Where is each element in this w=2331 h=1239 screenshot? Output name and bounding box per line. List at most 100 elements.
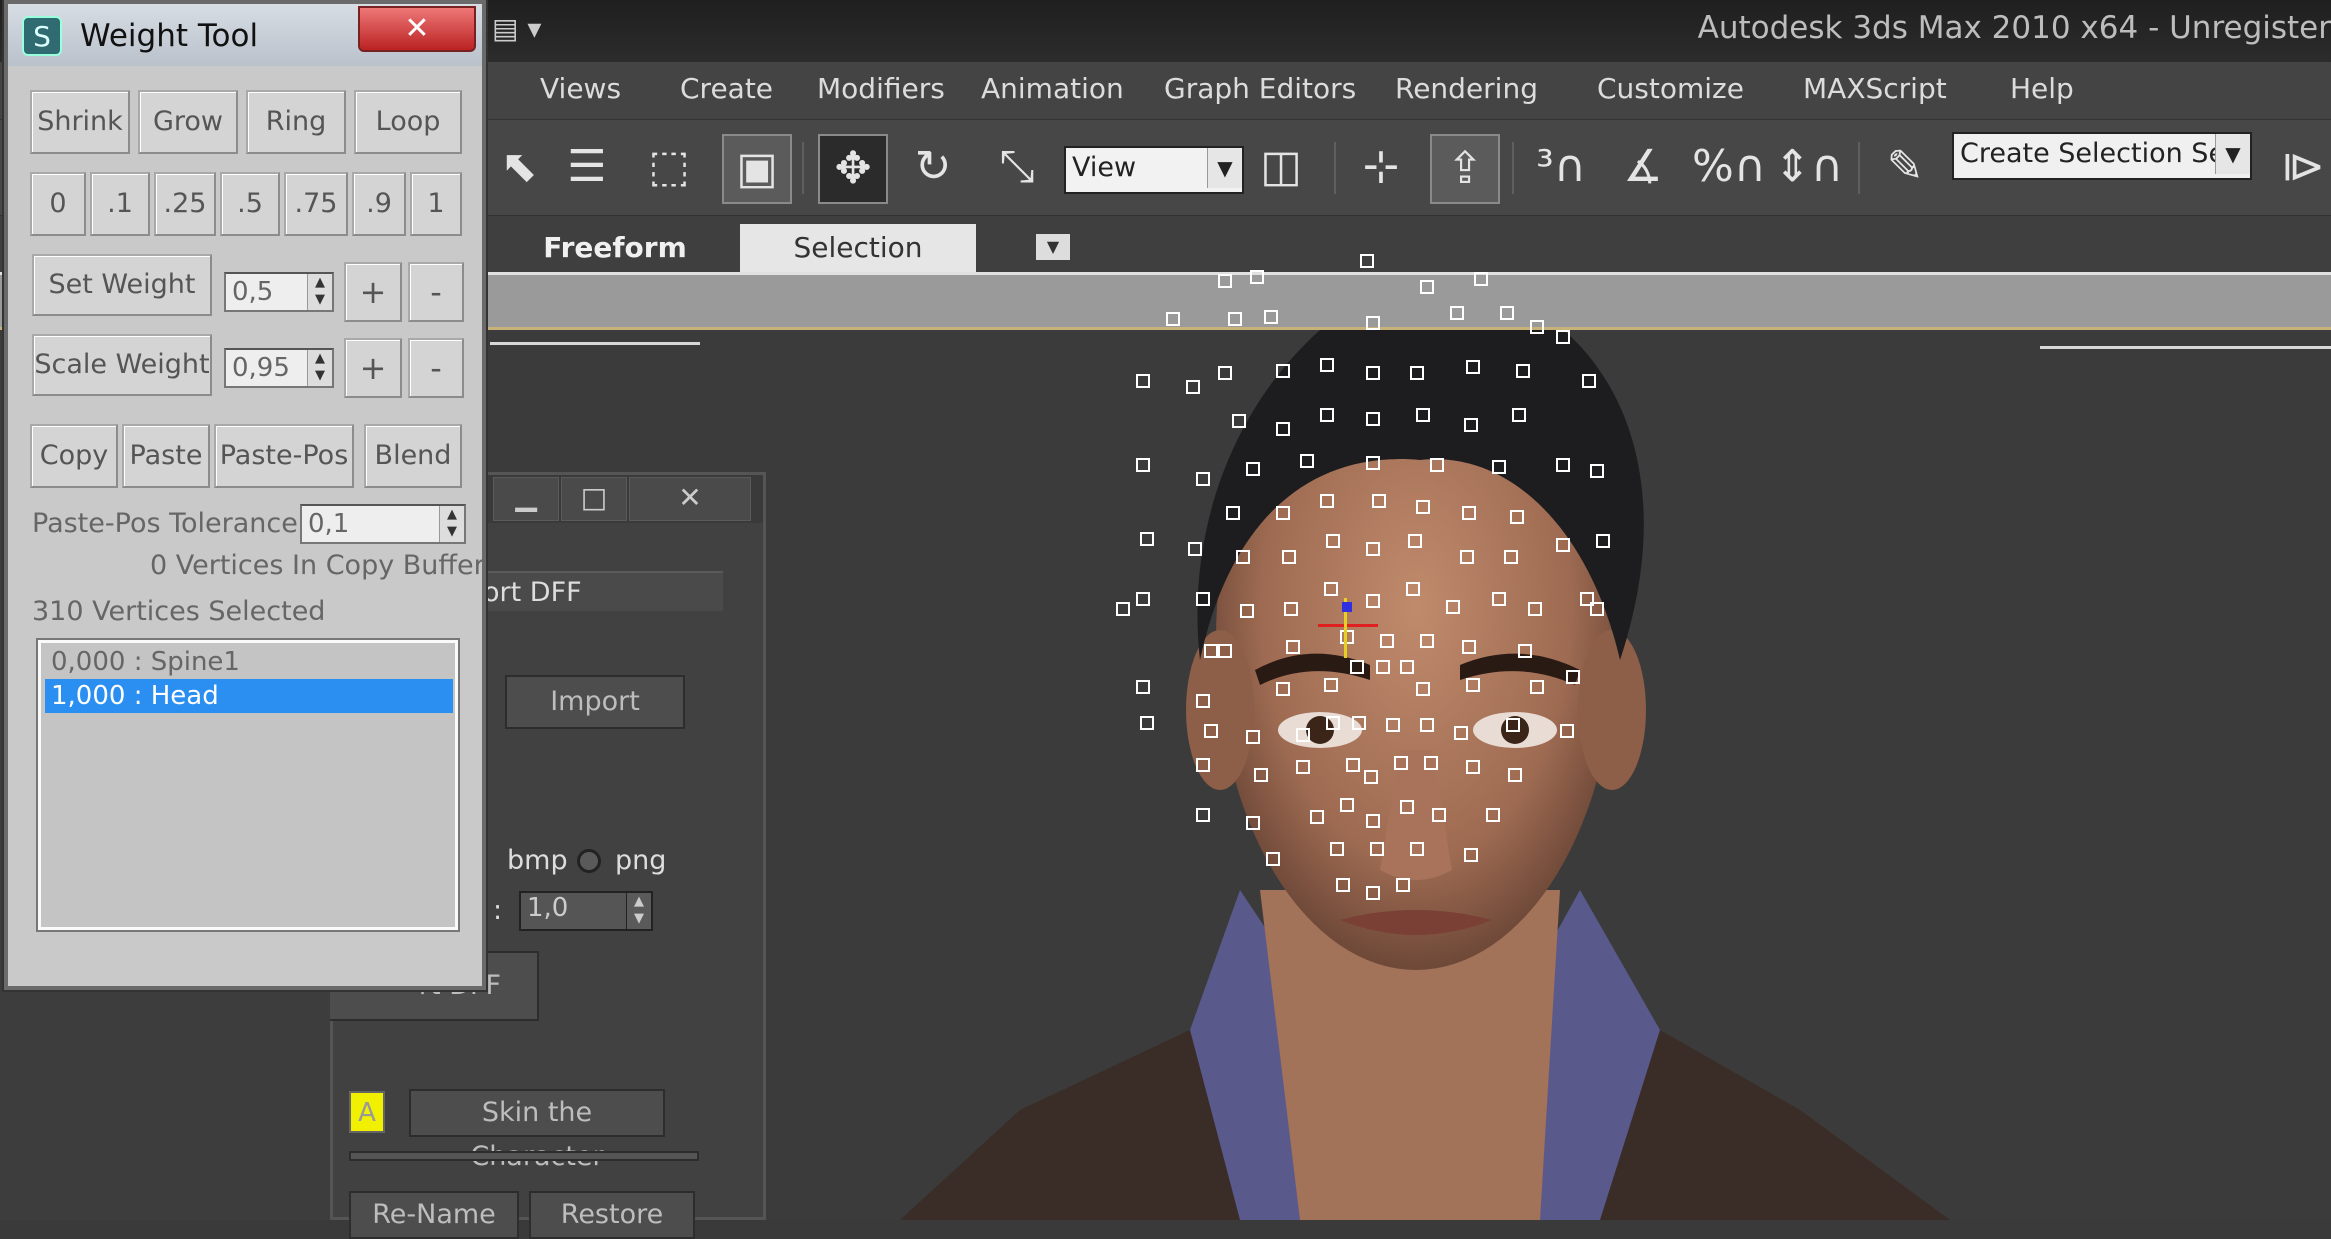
vertex-handle <box>1556 458 1570 472</box>
select-object-icon[interactable]: ⬉ <box>486 134 552 200</box>
preset-0-9-button[interactable]: .9 <box>352 172 406 236</box>
vertex-handle <box>1254 768 1268 782</box>
export-rollout-label: ort DFF <box>483 577 582 608</box>
snaps-toggle-icon[interactable]: ³∩ <box>1528 134 1594 200</box>
spinner-arrows-icon[interactable]: ▲ ▼ <box>307 274 332 310</box>
tab-freeform[interactable]: Freeform <box>500 224 730 272</box>
bone-list-item-spine1[interactable]: 0,000 : Spine1 <box>45 645 453 679</box>
ribbon-options-dropdown-icon[interactable]: ▼ <box>1036 234 1070 260</box>
set-weight-value: 0,5 <box>232 277 274 307</box>
maximize-button[interactable]: □ <box>561 477 627 521</box>
weight-tool-body: Shrink Grow Ring Loop 0 .1 .25 .5 .75 .9… <box>18 68 485 986</box>
transform-gizmo-icon[interactable] <box>1318 598 1378 658</box>
vertex-handle <box>1296 760 1310 774</box>
quick-access-dropdown-icon[interactable]: ▤ ▾ <box>492 12 562 52</box>
vertex-handle <box>1432 808 1446 822</box>
named-selection-set-dropdown[interactable]: Create Selection Se ▼ <box>1952 132 2252 180</box>
minimize-button[interactable]: ▁ <box>493 477 559 521</box>
menu-help[interactable]: Help <box>2010 72 2074 105</box>
scale-weight-spinner[interactable]: 0,95 ▲ ▼ <box>224 348 334 388</box>
blend-button[interactable]: Blend <box>364 424 462 488</box>
keyboard-shortcut-override-icon[interactable]: ⇪ <box>1430 134 1500 204</box>
select-and-rotate-icon[interactable]: ↻ <box>900 134 966 200</box>
scale-spinner[interactable]: 1,0 ▲ ▼ <box>519 891 653 931</box>
preset-0-5-button[interactable]: .5 <box>220 172 280 236</box>
rectangular-selection-icon[interactable]: ⬚ <box>636 134 702 200</box>
paste-button[interactable]: Paste <box>122 424 210 488</box>
vertex-handle <box>1370 842 1384 856</box>
close-button[interactable]: ✕ <box>629 477 751 521</box>
set-weight-button[interactable]: Set Weight <box>32 254 212 316</box>
vertex-handle <box>1510 510 1524 524</box>
vertex-handle <box>1276 506 1290 520</box>
grow-button[interactable]: Grow <box>138 90 238 154</box>
toolbar-separator <box>1334 142 1336 194</box>
set-weight-spinner[interactable]: 0,5 ▲ ▼ <box>224 272 334 312</box>
angle-snap-icon[interactable]: ∡ <box>1610 134 1676 200</box>
vertex-handle <box>1366 814 1380 828</box>
preset-0-25-button[interactable]: .25 <box>154 172 216 236</box>
vertex-handle <box>1246 730 1260 744</box>
vertex-handle <box>1330 842 1344 856</box>
vertex-handle <box>1116 602 1130 616</box>
menu-views[interactable]: Views <box>540 72 621 105</box>
spinner-arrows-icon[interactable]: ▲ ▼ <box>626 893 651 929</box>
pivot-center-icon[interactable]: ◫ <box>1248 134 1314 200</box>
copy-button[interactable]: Copy <box>30 424 118 488</box>
scale-weight-minus-button[interactable]: - <box>408 338 464 398</box>
format-png-radio[interactable] <box>577 849 601 873</box>
shrink-button[interactable]: Shrink <box>30 90 130 154</box>
set-weight-minus-button[interactable]: - <box>408 262 464 322</box>
edit-named-selection-icon[interactable]: ✎ <box>1872 134 1938 200</box>
select-and-move-icon[interactable]: ✥ <box>818 134 888 204</box>
select-by-name-icon[interactable]: ☰ <box>554 134 620 200</box>
bone-list[interactable]: 0,000 : Spine1 1,000 : Head <box>38 640 458 930</box>
reference-coordinate-dropdown[interactable]: View ▼ <box>1064 146 1244 194</box>
menu-maxscript[interactable]: MAXScript <box>1803 72 1947 105</box>
preset-0-75-button[interactable]: .75 <box>284 172 348 236</box>
spinner-arrows-icon[interactable]: ▲ ▼ <box>439 506 464 542</box>
scale-weight-plus-button[interactable]: + <box>344 338 402 398</box>
preset-1-button[interactable]: 1 <box>410 172 462 236</box>
menu-graph-editors[interactable]: Graph Editors <box>1164 72 1356 105</box>
vertex-handle <box>1360 254 1374 268</box>
vertex-handle <box>1474 272 1488 286</box>
copy-buffer-status: 0 Vertices In Copy Buffer <box>150 550 485 581</box>
bone-list-item-head[interactable]: 1,000 : Head <box>45 679 453 713</box>
mirror-icon[interactable]: ⧐ <box>2270 134 2331 200</box>
loop-button[interactable]: Loop <box>354 90 462 154</box>
paste-pos-tolerance-spinner[interactable]: 0,1 ▲ ▼ <box>300 504 466 544</box>
percent-snap-icon[interactable]: %∩ <box>1692 134 1766 200</box>
preset-0-button[interactable]: 0 <box>30 172 86 236</box>
toolbar-separator <box>1858 142 1860 194</box>
manipulate-icon[interactable]: ⊹ <box>1348 134 1414 200</box>
import-button[interactable]: Import <box>505 675 685 729</box>
weight-tool-titlebar[interactable]: S Weight Tool ✕ <box>8 4 482 66</box>
paste-pos-button[interactable]: Paste-Pos <box>214 424 354 488</box>
restore-button[interactable]: Restore <box>529 1191 695 1239</box>
vertex-handle <box>1596 534 1610 548</box>
preset-0-1-button[interactable]: .1 <box>90 172 150 236</box>
menu-customize[interactable]: Customize <box>1597 72 1744 105</box>
spinner-snap-icon[interactable]: ⇕∩ <box>1774 134 1843 200</box>
spinner-arrows-icon[interactable]: ▲ ▼ <box>307 350 332 386</box>
tab-selection[interactable]: Selection <box>740 224 976 272</box>
rename-button[interactable]: Re-Name <box>349 1191 519 1239</box>
menu-rendering[interactable]: Rendering <box>1395 72 1538 105</box>
skin-the-character-button[interactable]: Skin the Character <box>409 1089 665 1172</box>
set-weight-plus-button[interactable]: + <box>344 262 402 322</box>
menu-create[interactable]: Create <box>680 72 773 105</box>
window-crossing-icon[interactable]: ▣ <box>722 134 792 204</box>
command-panel-background <box>0 990 330 1220</box>
vertex-handle <box>1366 456 1380 470</box>
ring-button[interactable]: Ring <box>246 90 346 154</box>
menu-modifiers[interactable]: Modifiers <box>817 72 945 105</box>
progress-bar <box>349 1151 699 1161</box>
menu-animation[interactable]: Animation <box>981 72 1124 105</box>
vertex-handle <box>1266 852 1280 866</box>
vertex-handle <box>1276 422 1290 436</box>
scale-weight-button[interactable]: Scale Weight <box>32 334 212 396</box>
auto-badge[interactable]: A <box>349 1091 385 1133</box>
select-and-scale-icon[interactable]: ⤡ <box>984 134 1050 200</box>
close-button[interactable]: ✕ <box>358 6 476 52</box>
